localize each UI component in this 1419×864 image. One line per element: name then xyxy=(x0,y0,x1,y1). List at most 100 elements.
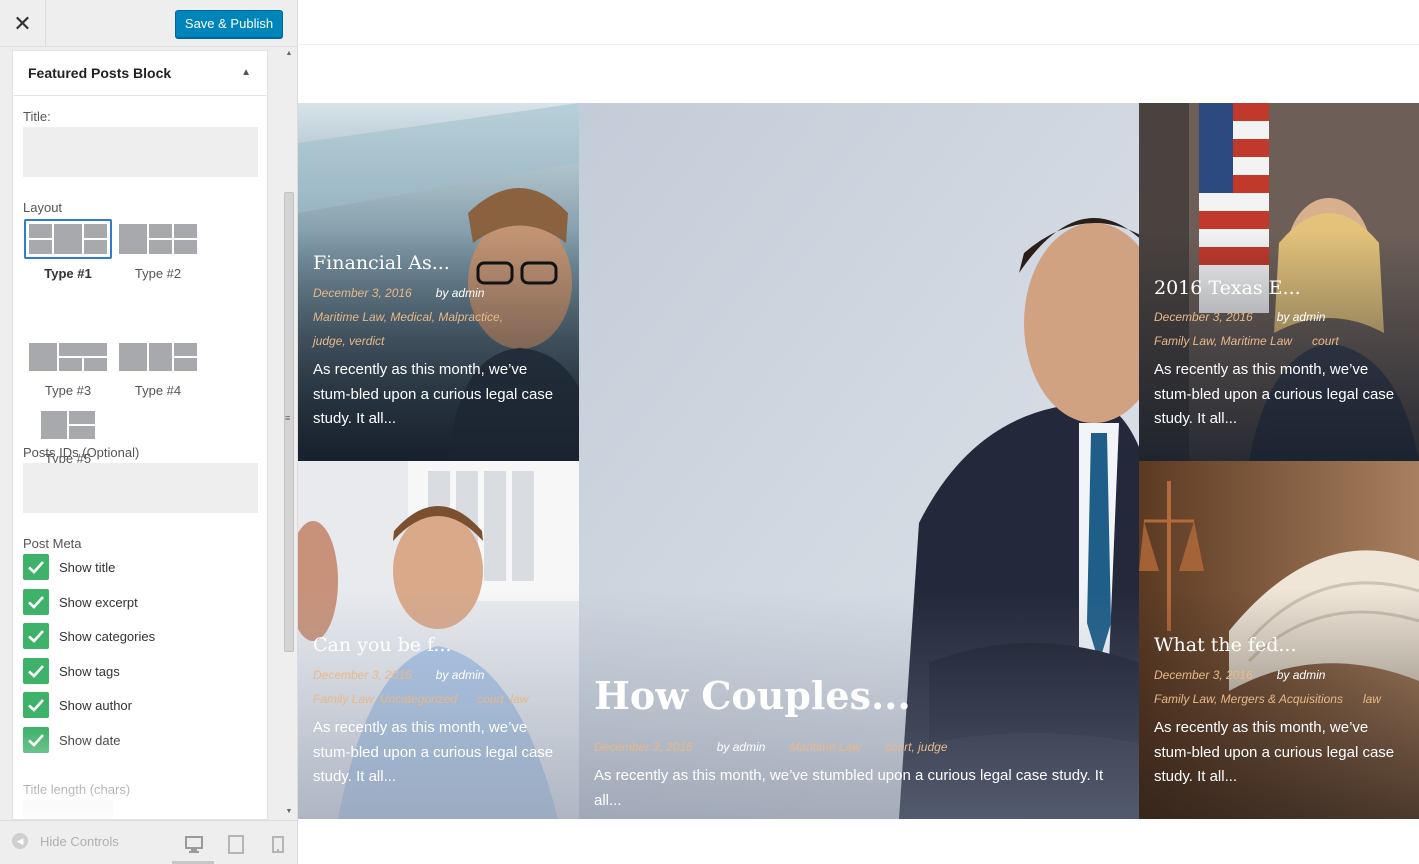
panel-scrollbar[interactable]: ▲ ≡ ▼ xyxy=(282,48,296,820)
post-excerpt: As recently as this month, we’ve stum-bl… xyxy=(313,361,554,427)
show-categories-label: Show categories xyxy=(59,628,156,644)
scroll-down-icon[interactable]: ▼ xyxy=(285,808,293,815)
post-categories: Family Law, Mergers & Acquisitions law xyxy=(1154,692,1381,706)
post-meta: December 3, 2016 by admin xyxy=(313,668,484,682)
hide-controls-button[interactable]: ◀ Hide Controls xyxy=(12,833,119,849)
show-excerpt-checkbox[interactable]: Show excerpt xyxy=(23,589,138,615)
post-author[interactable]: by admin xyxy=(717,740,766,754)
checkbox-checked-icon xyxy=(23,692,49,718)
post-author[interactable]: by admin xyxy=(436,668,485,682)
post-categories-list[interactable]: Family Law, Mergers & Acquisitions xyxy=(1154,692,1343,706)
post-title[interactable]: Financial As... xyxy=(313,252,450,274)
show-title-checkbox[interactable]: Show title xyxy=(23,554,115,580)
post-date[interactable]: December 3, 2016 xyxy=(594,740,693,754)
show-date-label: Show date xyxy=(59,732,121,748)
layout-type-1-label: Type #1 xyxy=(44,266,92,281)
post-excerpt: As recently as this month, we’ve stum-bl… xyxy=(1154,361,1395,427)
layout-option-type-2[interactable]: Type #2 xyxy=(113,224,203,281)
post-date[interactable]: December 3, 2016 xyxy=(1154,668,1253,682)
post-categories-list[interactable]: Family Law, Maritime Law xyxy=(1154,334,1292,348)
customizer-header: ✕ Save & Publish xyxy=(0,0,297,47)
post-tile-texas[interactable]: 2016 Texas E... December 3, 2016 by admin… xyxy=(1139,103,1419,461)
show-date-checkbox[interactable]: Show date xyxy=(23,727,120,753)
selected-frame xyxy=(24,219,112,259)
header-divider xyxy=(298,44,1419,45)
checkbox-checked-icon xyxy=(23,658,49,684)
post-author[interactable]: by admin xyxy=(1277,668,1326,682)
title-length-label: Title length (chars) xyxy=(23,782,131,797)
post-categories: Family Law, Uncategorized court, law xyxy=(313,692,528,706)
collapse-arrow-icon[interactable]: ▲ xyxy=(241,51,251,95)
post-categories: Family Law, Maritime Law court xyxy=(1154,334,1339,348)
post-tile-financial[interactable]: Financial As... December 3, 2016 by admin… xyxy=(298,103,579,461)
post-tile-featured[interactable]: How Couples... December 3, 2016 by admin M… xyxy=(579,103,1139,819)
post-categories[interactable]: Maritime Law, Medical, Malpractice, xyxy=(313,310,503,324)
mobile-icon[interactable] xyxy=(267,833,289,855)
hide-controls-label: Hide Controls xyxy=(40,833,119,849)
post-title[interactable]: How Couples... xyxy=(594,673,911,718)
layout-option-type-3[interactable]: Type #3 xyxy=(23,343,113,398)
post-meta: December 3, 2016 by admin xyxy=(1154,668,1325,682)
layout-label: Layout xyxy=(23,200,63,215)
post-author[interactable]: by admin xyxy=(436,286,485,300)
layout-type-3-thumbnail xyxy=(29,343,107,371)
checkbox-checked-icon xyxy=(23,589,49,615)
layout-type-3-label: Type #3 xyxy=(44,383,92,398)
posts-ids-input[interactable] xyxy=(23,463,258,513)
show-author-label: Show author xyxy=(59,697,132,713)
layout-option-type-4[interactable]: Type #4 xyxy=(113,343,203,398)
title-length-input[interactable] xyxy=(23,800,113,819)
save-publish-button[interactable]: Save & Publish xyxy=(175,10,283,38)
checkbox-checked-icon xyxy=(23,554,49,580)
post-date[interactable]: December 3, 2016 xyxy=(1154,310,1253,324)
scroll-up-icon[interactable]: ▲ xyxy=(285,50,293,57)
post-title[interactable]: Can you be f... xyxy=(313,634,452,656)
desktop-icon[interactable] xyxy=(183,833,205,855)
featured-posts-panel: Featured Posts Block ▲ Title: Layout Typ… xyxy=(12,50,268,820)
post-meta: December 3, 2016 by admin xyxy=(1154,310,1325,324)
layout-type-5-thumbnail xyxy=(41,411,95,439)
collapse-icon: ◀ xyxy=(12,833,28,849)
post-title[interactable]: What the fed... xyxy=(1154,634,1296,656)
post-excerpt: As recently as this month, we’ve stum-bl… xyxy=(1154,719,1395,785)
post-meta-label: Post Meta xyxy=(23,536,82,551)
post-date[interactable]: December 3, 2016 xyxy=(313,668,412,682)
panel-title: Featured Posts Block xyxy=(28,65,172,81)
post-title[interactable]: 2016 Texas E... xyxy=(1154,277,1301,299)
panel-header[interactable]: Featured Posts Block ▲ xyxy=(13,51,267,96)
layout-type-4-thumbnail xyxy=(119,343,197,371)
layout-option-type-1[interactable]: Type #1 xyxy=(23,219,113,281)
customizer-sidebar: ✕ Save & Publish Featured Posts Block ▲ … xyxy=(0,0,298,864)
post-tile-can-you-be[interactable]: Can you be f... December 3, 2016 by admin… xyxy=(298,461,579,819)
post-tile-what-the-fed[interactable]: What the fed... December 3, 2016 by admin… xyxy=(1139,461,1419,819)
post-tags[interactable]: law xyxy=(1363,692,1381,706)
post-tags[interactable]: judge, verdict xyxy=(313,334,384,348)
show-categories-checkbox[interactable]: Show categories xyxy=(23,623,155,649)
post-excerpt: As recently as this month, we’ve stumble… xyxy=(594,767,1104,809)
customizer-footer: ◀ Hide Controls xyxy=(0,820,297,864)
post-tags[interactable]: court, law xyxy=(477,692,528,706)
title-input[interactable] xyxy=(23,127,258,177)
layout-type-2-thumbnail xyxy=(119,224,197,254)
post-tags[interactable]: court xyxy=(1312,334,1339,348)
show-author-checkbox[interactable]: Show author xyxy=(23,692,132,718)
layout-type-1-thumbnail xyxy=(24,219,112,259)
show-title-label: Show title xyxy=(59,559,116,575)
post-meta: December 3, 2016 by admin Maritime Law cour… xyxy=(594,740,948,754)
post-categories[interactable]: Maritime Law xyxy=(789,740,860,754)
layout-type-4-label: Type #4 xyxy=(134,383,182,398)
show-tags-checkbox[interactable]: Show tags xyxy=(23,658,120,684)
post-author[interactable]: by admin xyxy=(1277,310,1326,324)
checkbox-checked-icon xyxy=(23,623,49,649)
post-tags[interactable]: court, judge xyxy=(885,740,948,754)
show-excerpt-label: Show excerpt xyxy=(59,594,138,610)
scroll-grip-icon: ≡ xyxy=(285,413,291,423)
post-excerpt: As recently as this month, we’ve stum-bl… xyxy=(313,719,554,785)
close-icon[interactable]: ✕ xyxy=(0,0,46,47)
layout-type-2-label: Type #2 xyxy=(134,266,182,281)
site-preview: Financial As... December 3, 2016 by admin… xyxy=(298,0,1419,864)
post-date[interactable]: December 3, 2016 xyxy=(313,286,412,300)
tablet-icon[interactable] xyxy=(225,833,247,855)
post-categories-list[interactable]: Family Law, Uncategorized xyxy=(313,692,457,706)
posts-ids-label: Posts IDs (Optional) xyxy=(23,445,140,460)
